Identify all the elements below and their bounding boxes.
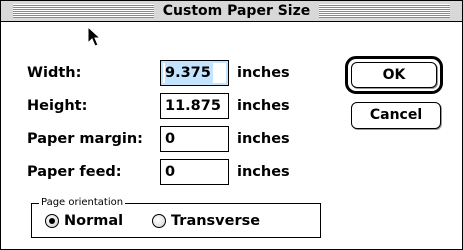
paper-margin-field[interactable]: 0 (160, 126, 229, 152)
paper-feed-unit: inches (237, 164, 290, 180)
height-field[interactable]: 11.875 (160, 93, 229, 119)
title-bar[interactable]: Custom Paper Size (1, 1, 462, 22)
transverse-radio[interactable] (152, 214, 166, 228)
height-unit: inches (237, 98, 290, 114)
arrow-cursor-icon (87, 26, 102, 47)
normal-radio-dot (49, 218, 55, 224)
transverse-radio-label[interactable]: Transverse (171, 211, 260, 231)
custom-paper-size-dialog: Custom Paper Size Width: 9.375 inches He… (0, 0, 463, 250)
height-label: Height: (27, 98, 88, 114)
paper-feed-field[interactable]: 0 (160, 159, 229, 185)
paper-feed-label: Paper feed: (27, 164, 122, 180)
paper-margin-label: Paper margin: (27, 131, 143, 147)
paper-feed-field-value: 0 (165, 164, 176, 180)
width-field[interactable]: 9.375 (160, 60, 229, 86)
ok-button[interactable]: OK (351, 62, 437, 88)
paper-margin-unit: inches (237, 131, 290, 147)
title-bar-stripes-left (13, 4, 154, 18)
normal-radio[interactable] (45, 214, 59, 228)
cancel-button[interactable]: Cancel (351, 102, 441, 129)
width-unit: inches (237, 65, 290, 81)
normal-radio-label[interactable]: Normal (64, 211, 123, 231)
width-label: Width: (27, 65, 82, 81)
dialog-title: Custom Paper Size (154, 1, 319, 21)
width-field-value: 9.375 (165, 63, 213, 83)
paper-margin-field-value: 0 (165, 131, 176, 147)
page-orientation-caption: Page orientation (39, 196, 126, 209)
title-bar-stripes-right (319, 4, 450, 18)
height-field-value: 11.875 (165, 98, 221, 114)
